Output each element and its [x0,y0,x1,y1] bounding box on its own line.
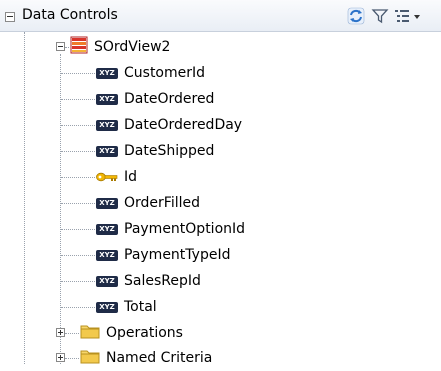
tree-item-paymenttypeid[interactable]: XYZ PaymentTypeId [96,242,230,268]
tree-connector [61,255,95,256]
attribute-icon: XYZ [96,301,118,313]
expand-named-criteria-icon[interactable] [56,353,65,362]
refresh-icon[interactable] [346,6,366,26]
tree-item-label: DateOrdered [124,91,215,107]
tree-item-salesrepid[interactable]: XYZ SalesRepId [96,268,201,294]
attribute-icon: XYZ [96,119,118,131]
tree-item-customerid[interactable]: XYZ CustomerId [96,60,205,86]
folder-icon [80,323,100,343]
expand-operations-icon[interactable] [56,328,65,337]
tree-item-label: PaymentTypeId [124,247,231,263]
tree-item-paymentoptionid[interactable]: XYZ PaymentOptionId [96,216,245,242]
tree-item-dateshipped[interactable]: XYZ DateShipped [96,138,214,164]
tree-item-sordview2[interactable]: SOrdView2 [70,34,170,60]
view-options-icon[interactable] [393,6,423,26]
tree-item-orderfilled[interactable]: XYZ OrderFilled [96,190,200,216]
data-controls-header: Data Controls [0,0,441,32]
tree-connector [61,99,95,100]
tree-item-label: SOrdView2 [94,39,171,55]
attribute-icon: XYZ [96,93,118,105]
filter-icon[interactable] [370,6,390,26]
tree-connector [61,73,95,74]
attribute-icon: XYZ [96,275,118,287]
tree-connector-root [24,32,25,364]
tree-item-total[interactable]: XYZ Total [96,294,157,320]
tree-item-label: DateOrderedDay [124,117,243,133]
collapse-sordview2-icon[interactable] [56,42,65,51]
attribute-icon: XYZ [96,145,118,157]
tree-connector [61,307,95,308]
view-object-icon [70,36,88,58]
attribute-icon: XYZ [96,223,118,235]
tree-connector [61,151,95,152]
tree-connector [61,203,95,204]
tree-connector [61,177,95,178]
tree-item-label: Id [124,169,138,185]
tree-item-id[interactable]: Id [96,164,137,190]
key-icon [96,171,118,183]
tree-item-dateordered[interactable]: XYZ DateOrdered [96,86,214,112]
attribute-icon: XYZ [96,249,118,261]
attribute-icon: XYZ [96,197,118,209]
tree-item-label: DateShipped [124,143,215,159]
tree-connector [65,47,69,48]
folder-icon [80,348,100,368]
panel-title: Data Controls [22,7,118,23]
tree-connector-children [60,54,61,364]
tree-item-label: Operations [106,325,183,341]
tree-connector [61,125,95,126]
collapse-panel-icon[interactable] [5,12,15,22]
tree-item-label: OrderFilled [124,195,200,211]
tree-item-operations[interactable]: Operations [80,320,183,346]
tree-item-named-criteria[interactable]: Named Criteria [80,345,212,371]
tree-connector [65,358,79,359]
attribute-icon: XYZ [96,67,118,79]
tree-item-label: SalesRepId [124,273,201,289]
tree-connector [61,281,95,282]
tree-item-label: CustomerId [124,65,206,81]
tree-item-dateorderedday[interactable]: XYZ DateOrderedDay [96,112,242,138]
tree-connector [65,333,79,334]
tree-item-label: Total [124,299,157,315]
tree-connector [61,229,95,230]
tree-item-label: PaymentOptionId [124,221,246,237]
